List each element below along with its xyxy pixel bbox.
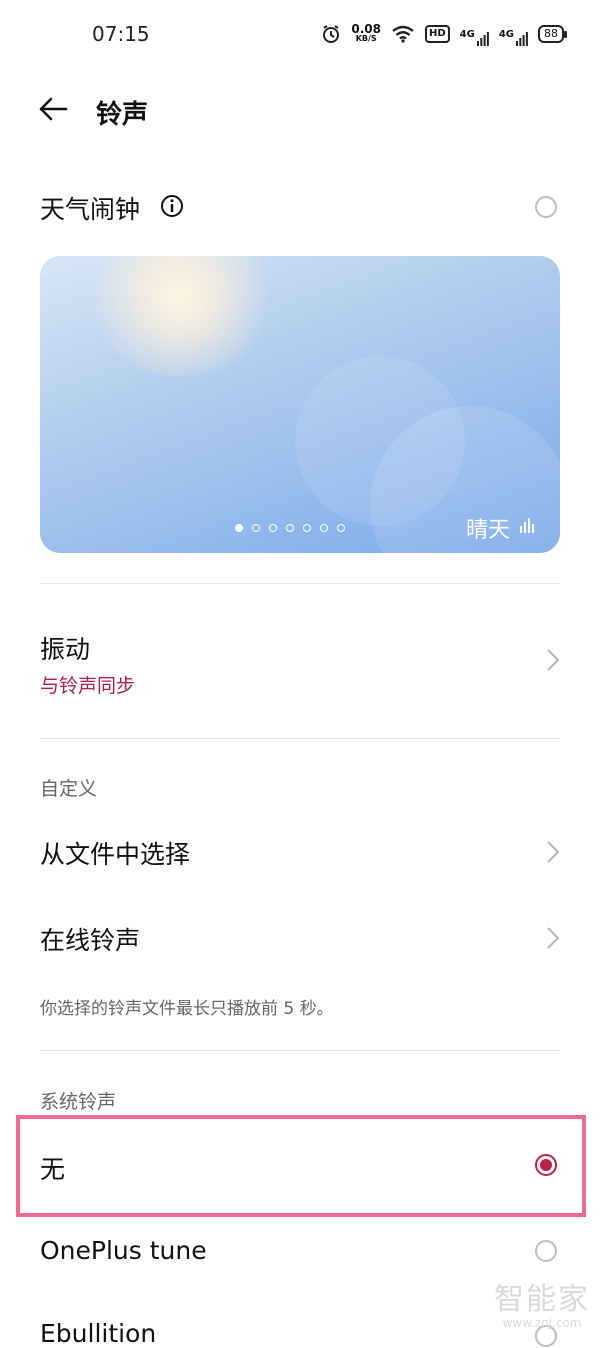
page-indicator[interactable] — [235, 524, 345, 532]
page-dot[interactable] — [252, 524, 260, 532]
ringtone-label: Ebullition — [40, 1319, 157, 1348]
weather-alarm-label: 天气闹钟 — [40, 195, 141, 224]
page-dot[interactable] — [235, 524, 243, 532]
page-dot[interactable] — [286, 524, 294, 532]
page-dot[interactable] — [303, 524, 311, 532]
ringtone-label: OnePlus tune — [40, 1236, 207, 1265]
divider — [40, 738, 560, 739]
weather-label: 晴天 — [465, 518, 510, 543]
watermark: 智能家 www.znj.com — [494, 1274, 590, 1330]
chevron-right-icon — [547, 649, 560, 671]
signal-4g-1: 4G — [460, 29, 489, 46]
ringtone-note: 你选择的铃声文件最长只播放前 5 秒。 — [40, 999, 334, 1019]
alarm-icon — [323, 25, 340, 43]
status-icons: 0.08 KB/S HD 4G 4G 88 — [321, 22, 567, 46]
back-button[interactable] — [36, 92, 70, 126]
choose-from-file-row[interactable]: 从文件中选择 — [0, 820, 600, 884]
choose-from-file-label: 从文件中选择 — [40, 840, 191, 869]
page-dot[interactable] — [320, 524, 328, 532]
page-title: 铃声 — [96, 100, 149, 130]
signal-4g-2: 4G — [499, 29, 528, 46]
watermark-url: www.znj.com — [502, 1316, 582, 1330]
page-dot[interactable] — [337, 524, 345, 532]
weather-preview-card[interactable]: 晴天 — [40, 256, 560, 553]
sound-level-icon — [520, 518, 534, 533]
battery-indicator: 88 — [538, 25, 567, 43]
ringtone-radio[interactable] — [535, 1240, 557, 1262]
online-ringtone-row[interactable]: 在线铃声 — [0, 906, 600, 970]
chevron-right-icon — [547, 841, 560, 863]
page-dot[interactable] — [269, 524, 277, 532]
info-icon[interactable] — [160, 194, 184, 218]
back-arrow-icon — [39, 97, 68, 121]
vibration-value: 与铃声同步 — [40, 675, 136, 697]
weather-alarm-radio[interactable] — [535, 196, 557, 218]
status-time: 07:15 — [92, 22, 150, 46]
section-custom: 自定义 — [40, 778, 98, 800]
divider — [40, 583, 560, 584]
wifi-icon — [392, 25, 414, 43]
section-system: 系统铃声 — [40, 1091, 117, 1113]
watermark-text: 智能家 — [494, 1282, 590, 1317]
divider — [40, 1050, 560, 1051]
chevron-right-icon — [547, 927, 560, 949]
network-speed: 0.08 KB/S — [351, 22, 381, 43]
vibration-label: 振动 — [40, 635, 91, 664]
online-ringtone-label: 在线铃声 — [40, 926, 141, 955]
hd-badge: HD — [424, 25, 450, 43]
highlight-box — [16, 1115, 586, 1217]
sun-glow — [80, 256, 280, 376]
vibration-row[interactable]: 振动 与铃声同步 — [0, 620, 600, 710]
